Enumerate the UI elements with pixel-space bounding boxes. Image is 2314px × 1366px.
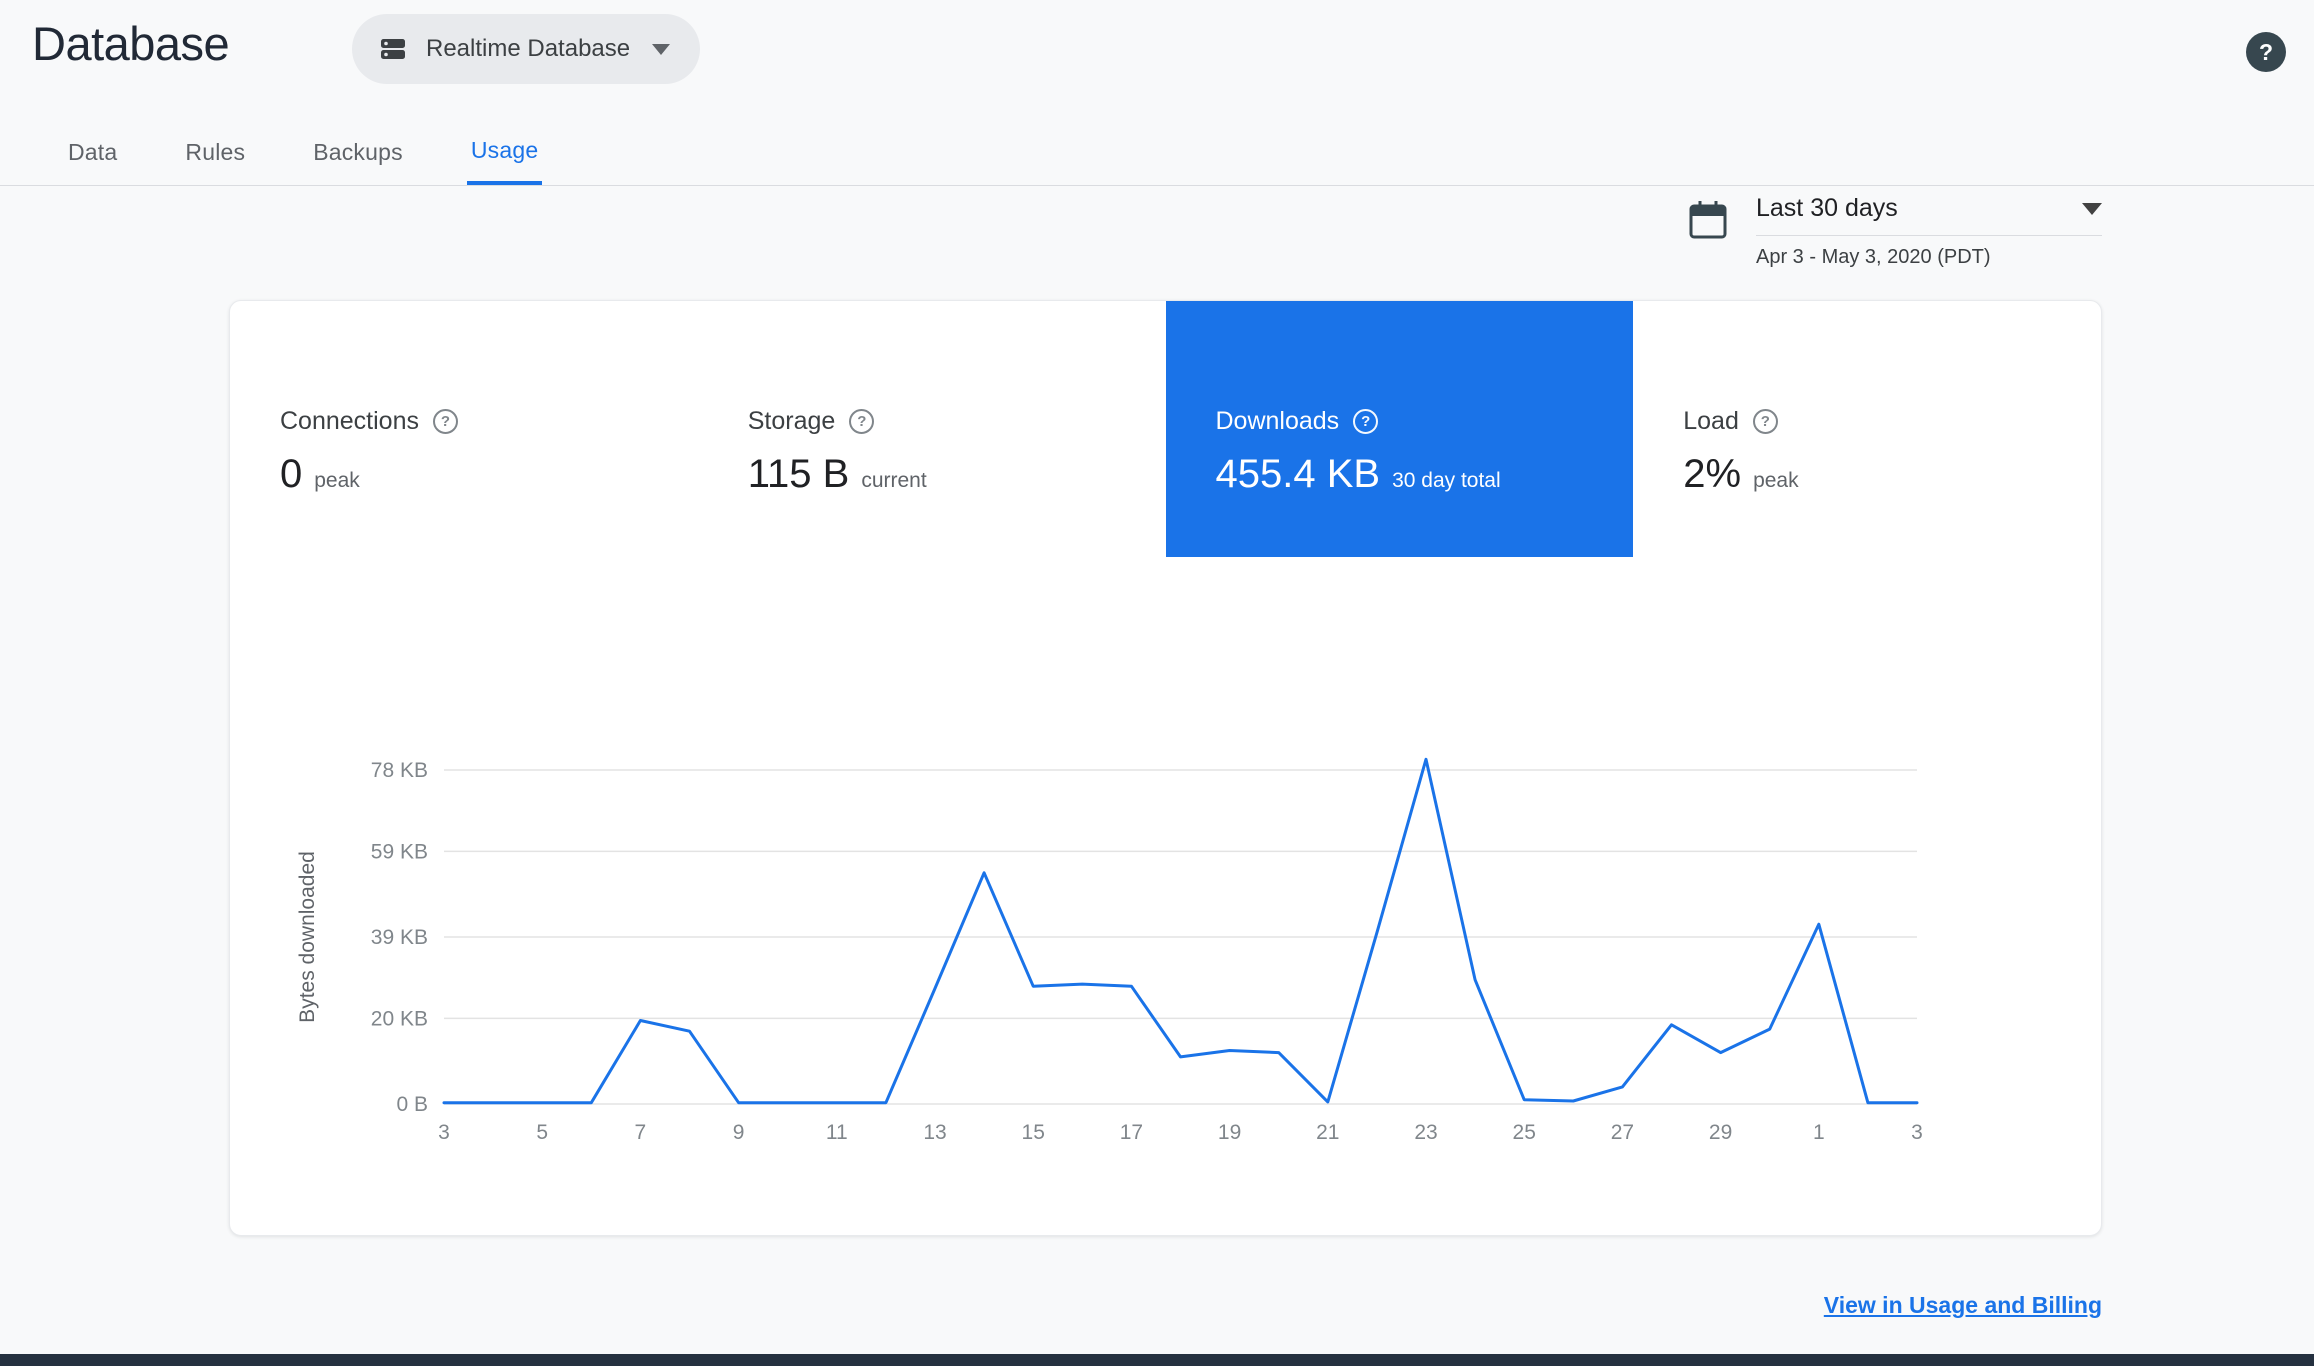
svg-text:19: 19 (1218, 1121, 1241, 1144)
help-icon[interactable]: ? (849, 409, 875, 434)
help-icon[interactable]: ? (1752, 409, 1778, 434)
svg-text:5: 5 (536, 1121, 548, 1144)
help-icon[interactable]: ? (1353, 409, 1379, 434)
metric-value: 0 (280, 452, 303, 496)
date-range-label: Last 30 days (1756, 194, 1898, 222)
tab-data[interactable]: Data (64, 118, 121, 185)
metric-label: Storage (747, 407, 836, 435)
svg-text:3: 3 (438, 1121, 450, 1144)
metric-value: 115 B (747, 452, 850, 496)
metric-tab-storage[interactable]: Storage ? 115 B current (698, 301, 1166, 557)
metric-label: Connections (280, 407, 419, 435)
svg-text:13: 13 (923, 1121, 946, 1144)
help-button[interactable]: ? (2246, 32, 2286, 72)
metric-value: 455.4 KB (1215, 452, 1381, 496)
svg-text:11: 11 (826, 1121, 848, 1144)
metric-label: Load (1683, 407, 1739, 435)
metric-tab-load[interactable]: Load ? 2% peak (1633, 301, 2101, 557)
metric-tabs: Connections ? 0 peak Storage ? 115 B cur… (230, 301, 2101, 557)
database-selector-label: Realtime Database (426, 35, 631, 62)
svg-text:17: 17 (1120, 1121, 1143, 1144)
tabbar: Data Rules Backups Usage (0, 118, 2314, 186)
svg-text:0 B: 0 B (396, 1093, 428, 1116)
svg-text:25: 25 (1513, 1121, 1536, 1144)
svg-text:20 KB: 20 KB (371, 1007, 428, 1030)
date-range-selector[interactable]: Last 30 days Apr 3 - May 3, 2020 (PDT) (1689, 194, 2102, 269)
svg-text:1: 1 (1813, 1121, 1825, 1144)
tab-backups[interactable]: Backups (309, 118, 407, 185)
chevron-down-icon (2082, 202, 2102, 215)
date-range-detail: Apr 3 - May 3, 2020 (PDT) (1756, 246, 1991, 268)
svg-text:29: 29 (1709, 1121, 1732, 1144)
tab-usage[interactable]: Usage (466, 118, 543, 185)
view-usage-billing-link[interactable]: View in Usage and Billing (1824, 1292, 2102, 1319)
database-selector[interactable]: Realtime Database (352, 14, 701, 84)
database-icon (378, 34, 408, 64)
help-icon[interactable]: ? (432, 409, 458, 434)
usage-chart: 0 B20 KB39 KB59 KB78 KB3 5 7 9 11 13 15 17 19 21 2… (296, 757, 1923, 1144)
metric-tab-downloads[interactable]: Downloads ? 455.4 KB 30 day total (1165, 301, 1634, 557)
svg-text:15: 15 (1022, 1121, 1045, 1144)
calendar-icon (1686, 198, 1730, 247)
svg-text:7: 7 (635, 1121, 647, 1144)
metric-label: Downloads (1215, 407, 1340, 435)
svg-text:9: 9 (733, 1121, 745, 1144)
bottom-bar (0, 1354, 2314, 1366)
page-title: Database (32, 17, 230, 70)
metric-suffix: current (861, 469, 927, 492)
help-icon: ? (2258, 38, 2274, 65)
chevron-down-icon (652, 43, 671, 55)
metric-suffix: peak (314, 469, 360, 492)
svg-text:59 KB: 59 KB (371, 840, 428, 863)
svg-text:3: 3 (1911, 1121, 1923, 1144)
svg-text:Bytes downloaded: Bytes downloaded (296, 851, 319, 1023)
svg-text:21: 21 (1316, 1121, 1339, 1144)
metric-value: 2% (1683, 452, 1742, 496)
svg-text:78 KB: 78 KB (371, 759, 428, 782)
tab-rules[interactable]: Rules (181, 118, 249, 185)
metric-suffix: 30 day total (1392, 469, 1501, 492)
svg-text:39 KB: 39 KB (371, 926, 428, 949)
metric-tab-connections[interactable]: Connections ? 0 peak (230, 301, 698, 557)
svg-text:23: 23 (1414, 1121, 1437, 1144)
database-usage-page: Database Realtime Database ? Data Rules … (0, 0, 2314, 1366)
svg-text:27: 27 (1611, 1121, 1634, 1144)
metric-suffix: peak (1753, 469, 1799, 492)
usage-card: Connections ? 0 peak Storage ? 115 B cur… (229, 300, 2102, 1236)
